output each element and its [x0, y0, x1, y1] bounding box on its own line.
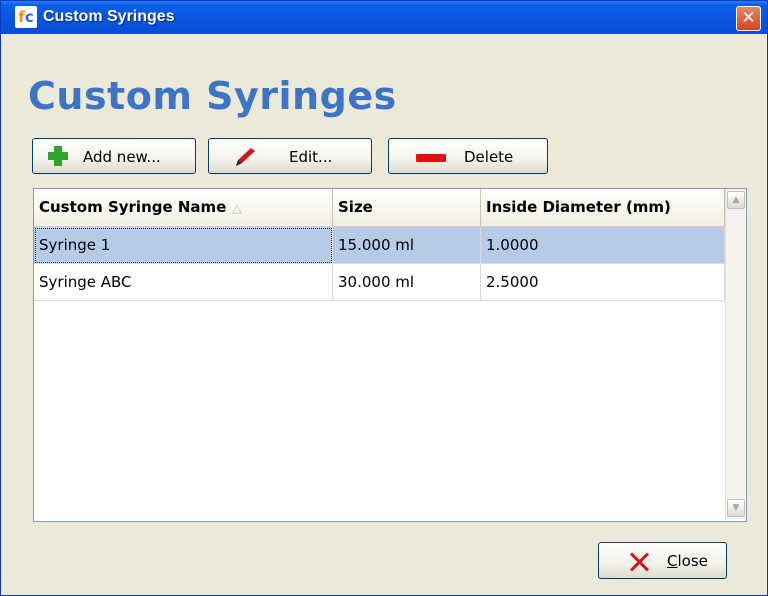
cell-inside-diameter[interactable]: 2.5000	[481, 264, 725, 301]
table-header: Custom Syringe Name △ Size Inside Diamete…	[34, 189, 725, 227]
title-bar[interactable]: fc Custom Syringes ✕	[1, 1, 767, 34]
cell-inside-diameter[interactable]: 1.0000	[481, 227, 725, 264]
close-button[interactable]: Close	[598, 542, 727, 579]
delete-button[interactable]: Delete	[388, 138, 548, 174]
window-close-button[interactable]: ✕	[736, 6, 761, 31]
vertical-scrollbar[interactable]: ▲ ▼	[725, 189, 746, 519]
plus-icon	[48, 146, 68, 166]
window-title: Custom Syringes	[43, 8, 175, 25]
page-title: Custom Syringes	[28, 74, 397, 118]
cell-syringe-name[interactable]: Syringe ABC	[34, 264, 333, 301]
add-new-label: Add new...	[83, 148, 161, 166]
delete-label: Delete	[464, 148, 514, 166]
table-row[interactable]: Syringe 1 15.000 ml 1.0000	[34, 227, 725, 264]
cell-syringe-name[interactable]: Syringe 1	[34, 227, 333, 264]
column-header-name[interactable]: Custom Syringe Name △	[34, 189, 333, 226]
cell-size[interactable]: 30.000 ml	[333, 264, 481, 301]
edit-button[interactable]: Edit...	[208, 138, 372, 174]
pencil-icon	[236, 148, 255, 166]
edit-label: Edit...	[289, 148, 333, 166]
close-x-icon	[629, 552, 649, 572]
scroll-up-arrow-icon[interactable]: ▲	[727, 191, 745, 209]
table-row[interactable]: Syringe ABC 30.000 ml 2.5000	[34, 264, 725, 301]
sort-ascending-icon: △	[232, 201, 242, 215]
column-header-inside-diameter[interactable]: Inside Diameter (mm)	[481, 189, 725, 226]
dialog-window: fc Custom Syringes ✕ Custom Syringes Add…	[0, 0, 768, 596]
minus-icon	[416, 154, 446, 162]
column-header-size[interactable]: Size	[333, 189, 481, 226]
add-new-button[interactable]: Add new...	[32, 138, 196, 174]
close-label: Close	[667, 552, 708, 570]
close-mnemonic: C	[667, 552, 678, 570]
app-logo-icon: fc	[15, 6, 37, 28]
close-label-rest: lose	[677, 552, 708, 570]
scroll-down-arrow-icon[interactable]: ▼	[727, 499, 745, 517]
column-header-name-label: Custom Syringe Name	[39, 198, 227, 216]
cell-size[interactable]: 15.000 ml	[333, 227, 481, 264]
syringe-table[interactable]: Custom Syringe Name △ Size Inside Diamete…	[33, 188, 747, 522]
